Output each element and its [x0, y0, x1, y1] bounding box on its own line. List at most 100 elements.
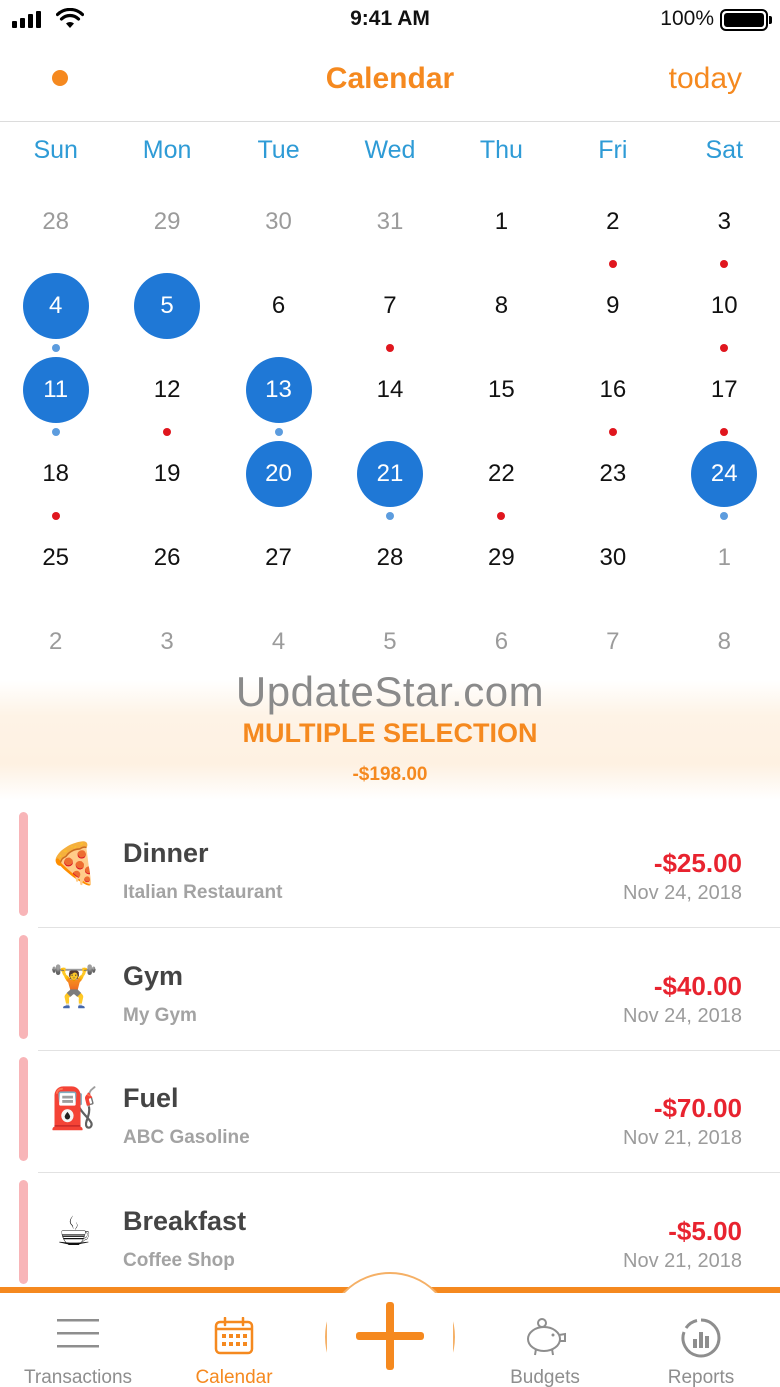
hamburger-list-icon	[57, 1319, 99, 1348]
calendar-day[interactable]: 10	[669, 273, 780, 357]
calendar-day[interactable]: 12	[111, 357, 222, 441]
day-number: 14	[376, 376, 404, 403]
status-bar: 9:41 AM 100%	[0, 0, 780, 40]
calendar-day[interactable]: 27	[223, 525, 334, 609]
today-button[interactable]: today	[669, 62, 742, 96]
day-number: 27	[265, 544, 292, 571]
day-number: 13	[265, 376, 292, 403]
selected-indicator-dot	[51, 428, 60, 436]
calendar-day-selected[interactable]: 11	[0, 357, 111, 441]
plus-icon[interactable]	[352, 1298, 428, 1374]
expense-indicator-dot	[720, 344, 729, 352]
day-number: 29	[488, 544, 515, 571]
calendar-day[interactable]: 17	[669, 357, 780, 441]
calendar-day[interactable]: 1	[669, 525, 780, 609]
calendar-day[interactable]: 28	[0, 189, 111, 273]
calendar-day-selected[interactable]: 5	[111, 273, 222, 357]
day-number: 5	[160, 292, 174, 319]
calendar-day-selected[interactable]: 4	[0, 273, 111, 357]
calendar-day[interactable]: 29	[446, 525, 557, 609]
navigation-bar: Calendar today	[0, 40, 780, 122]
coffee-cup-icon: ☕	[56, 1209, 92, 1254]
transaction-amount: -$5.00	[668, 1215, 742, 1246]
tab-calendar-label: Calendar	[195, 1367, 273, 1387]
calendar-day[interactable]: 8	[446, 273, 557, 357]
transaction-row[interactable]: 🏋 Gym My Gym -$40.00 Nov 24, 2018	[0, 929, 780, 1051]
calendar-day[interactable]: 3	[669, 189, 780, 273]
weekday-label: Sat	[705, 136, 744, 164]
calendar-day-selected[interactable]: 20	[223, 441, 334, 525]
transaction-amount: -$25.00	[653, 848, 742, 878]
calendar-day-selected[interactable]: 21	[334, 441, 445, 525]
selected-indicator-dot	[51, 344, 60, 352]
transaction-name: Dinner	[123, 838, 209, 868]
transaction-name: Fuel	[123, 1083, 179, 1113]
fuel-pump-icon: ⛽	[49, 1087, 99, 1131]
calendar-day[interactable]: 2	[557, 189, 668, 273]
category-color-bar	[19, 1179, 28, 1284]
tab-budgets[interactable]: Budgets	[467, 1313, 623, 1387]
transaction-row[interactable]: 🍕 Dinner Italian Restaurant -$25.00 Nov 24, …	[0, 806, 780, 928]
calendar-day-selected[interactable]: 24	[669, 441, 780, 525]
weekday-label: Mon	[142, 136, 192, 164]
day-number: 16	[599, 376, 627, 403]
calendar-day[interactable]: 29	[111, 189, 222, 273]
day-number: 19	[153, 460, 181, 487]
tab-reports[interactable]: Reports	[623, 1313, 779, 1387]
calendar-day[interactable]: 9	[557, 273, 668, 357]
battery-icon	[720, 9, 772, 31]
page-title: Calendar	[325, 62, 455, 95]
transaction-amount: -$70.00	[653, 1093, 742, 1123]
calendar-day[interactable]: 7	[334, 273, 445, 357]
calendar-day[interactable]: 16	[557, 357, 668, 441]
calendar-day[interactable]: 31	[334, 189, 445, 273]
calendar-day[interactable]: 18	[0, 441, 111, 525]
day-number: 3	[160, 628, 174, 655]
piggy-bank-icon	[527, 1318, 566, 1356]
calendar-day[interactable]: 6	[223, 273, 334, 357]
calendar-day[interactable]: 14	[334, 357, 445, 441]
tab-budgets-label: Budgets	[510, 1367, 580, 1387]
calendar-day[interactable]: 30	[557, 525, 668, 609]
expense-indicator-dot	[163, 428, 172, 436]
calendar-day[interactable]: 28	[334, 525, 445, 609]
calendar-day[interactable]: 22	[446, 441, 557, 525]
category-color-bar	[19, 1057, 28, 1161]
transaction-date: Nov 21, 2018	[623, 1127, 742, 1149]
calendar-day[interactable]: 25	[0, 525, 111, 609]
selected-indicator-dot	[720, 512, 729, 520]
weekday-label: Fri	[598, 136, 628, 164]
day-number: 17	[710, 376, 738, 403]
transaction-amount: -$40.00	[653, 970, 742, 1001]
day-number: 4	[49, 292, 63, 319]
calendar-day[interactable]: 15	[446, 357, 557, 441]
transaction-date: Nov 24, 2018	[623, 882, 742, 904]
tab-transactions-label: Transactions	[23, 1367, 133, 1387]
tab-reports-label: Reports	[667, 1367, 735, 1387]
tab-transactions[interactable]: Transactions	[0, 1313, 156, 1387]
calendar-day-selected[interactable]: 13	[223, 357, 334, 441]
day-number: 30	[599, 544, 627, 571]
calendar-day[interactable]: 19	[111, 441, 222, 525]
day-number: 4	[271, 628, 286, 655]
day-number: 15	[488, 376, 515, 403]
day-number: 2	[606, 208, 620, 235]
day-number: 8	[717, 628, 731, 655]
day-number: 11	[43, 376, 69, 403]
calendar-day[interactable]: 1	[446, 189, 557, 273]
weekday-label: Sun	[33, 136, 78, 164]
tab-calendar[interactable]: Calendar	[156, 1313, 312, 1387]
transaction-place: My Gym	[123, 1004, 197, 1026]
day-number: 6	[271, 292, 286, 319]
calendar-day[interactable]: 26	[111, 525, 222, 609]
day-number: 28	[376, 544, 404, 571]
selection-title: MULTIPLE SELECTION	[242, 718, 538, 748]
day-number: 9	[606, 292, 620, 319]
pizza-icon: 🍕	[49, 842, 99, 886]
transaction-row[interactable]: ⛽ Fuel ABC Gasoline -$70.00 Nov 21, 2018	[0, 1051, 780, 1173]
calendar-day[interactable]: 30	[223, 189, 334, 273]
expense-indicator-dot	[51, 512, 60, 520]
transaction-place: Coffee Shop	[123, 1249, 235, 1271]
transaction-place: Italian Restaurant	[123, 882, 283, 903]
calendar-day[interactable]: 23	[557, 441, 668, 525]
